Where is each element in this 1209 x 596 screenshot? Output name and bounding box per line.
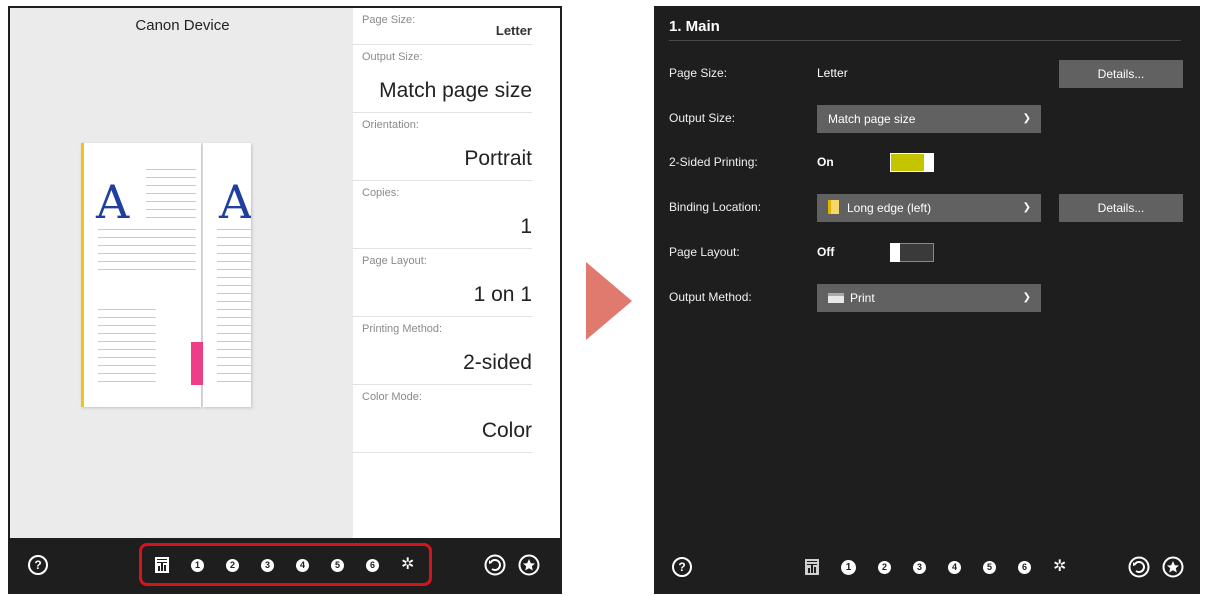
favorite-icon[interactable] bbox=[1162, 556, 1184, 578]
output-size-dropdown[interactable]: Match page size ❯ bbox=[817, 105, 1041, 133]
setting-orientation[interactable]: Orientation: Portrait bbox=[353, 113, 532, 181]
main-settings-panel: 1. Main Page Size: Letter Details... Out… bbox=[654, 6, 1200, 594]
reset-icon[interactable] bbox=[1128, 556, 1150, 578]
preview-letter: A bbox=[219, 175, 251, 229]
printer-icon bbox=[828, 293, 844, 303]
setting-value: Match page size bbox=[379, 79, 532, 102]
page-size-details-button[interactable]: Details... bbox=[1059, 60, 1183, 88]
setting-page-layout[interactable]: Page Layout: 1 on 1 bbox=[353, 249, 532, 317]
transition-arrow-icon bbox=[586, 262, 632, 340]
page-size-label: Page Size: bbox=[669, 66, 728, 80]
chevron-down-icon: ❯ bbox=[1022, 292, 1031, 303]
page-binding-icon bbox=[828, 200, 839, 214]
preview-letter: A bbox=[96, 175, 130, 229]
chevron-down-icon: ❯ bbox=[1022, 113, 1031, 124]
two-sided-state: On bbox=[817, 155, 834, 169]
row-two-sided: 2-Sided Printing: On bbox=[669, 147, 1189, 177]
setting-label: Output Size: bbox=[362, 51, 423, 63]
tab-strip-highlight bbox=[139, 543, 432, 586]
setting-copies[interactable]: Copies: 1 bbox=[353, 181, 532, 249]
dropdown-value: Print bbox=[850, 291, 875, 305]
reset-icon[interactable] bbox=[484, 554, 506, 576]
print-preview-panel: Canon Device A A Page Size: Letter Outpu… bbox=[8, 6, 562, 594]
page-size-value: Letter bbox=[817, 66, 848, 80]
row-page-layout: Page Layout: Off bbox=[669, 237, 1189, 267]
setting-label: Printing Method: bbox=[362, 323, 443, 335]
bottom-bar: ? 1 2 3 4 5 6 ✲ bbox=[10, 538, 560, 592]
tab-6[interactable]: 6 bbox=[1018, 560, 1031, 574]
gear-icon[interactable]: ✲ bbox=[1053, 559, 1066, 575]
setting-value: Letter bbox=[495, 23, 532, 38]
tab-4[interactable]: 4 bbox=[948, 560, 961, 574]
setting-label: Copies: bbox=[362, 187, 400, 199]
preview-text-lines bbox=[146, 169, 196, 225]
setting-label: Page Layout: bbox=[362, 255, 427, 267]
binding-details-button[interactable]: Details... bbox=[1059, 194, 1183, 222]
settings-summary: Page Size: Letter Output Size: Match pag… bbox=[353, 8, 560, 538]
setting-label: Color Mode: bbox=[362, 391, 422, 403]
dropdown-value: Match page size bbox=[828, 112, 916, 126]
dropdown-value: Long edge (left) bbox=[847, 201, 932, 215]
setting-label: Page Size: bbox=[362, 14, 416, 26]
bottom-bar: ? 1 2 3 4 5 6 ✲ bbox=[654, 540, 1200, 594]
two-sided-label: 2-Sided Printing: bbox=[669, 155, 758, 169]
chevron-down-icon: ❯ bbox=[1022, 202, 1031, 213]
setting-value: Portrait bbox=[464, 147, 532, 170]
divider bbox=[669, 40, 1181, 41]
row-binding-location: Binding Location: Long edge (left) ❯ Det… bbox=[669, 192, 1189, 222]
page-layout-state: Off bbox=[817, 245, 835, 259]
section-title: 1. Main bbox=[669, 18, 720, 35]
setting-printing-method[interactable]: Printing Method: 2-sided bbox=[353, 317, 532, 385]
row-output-method: Output Method: Print ❯ bbox=[669, 282, 1189, 312]
device-title: Canon Device bbox=[135, 17, 230, 34]
document-summary-icon[interactable] bbox=[805, 559, 819, 575]
preview-page-back: A bbox=[203, 143, 251, 407]
tab-5[interactable]: 5 bbox=[983, 560, 996, 574]
row-page-size: Page Size: Letter Details... bbox=[669, 58, 1189, 88]
output-method-dropdown[interactable]: Print ❯ bbox=[817, 284, 1041, 312]
tab-1[interactable]: 1 bbox=[841, 559, 856, 575]
tab-strip: 1 2 3 4 5 6 ✲ bbox=[805, 559, 1066, 575]
setting-value: Color bbox=[481, 419, 532, 442]
setting-output-size[interactable]: Output Size: Match page size bbox=[353, 45, 532, 113]
setting-value: 1 bbox=[520, 215, 532, 238]
row-output-size: Output Size: Match page size ❯ bbox=[669, 103, 1189, 133]
output-method-label: Output Method: bbox=[669, 290, 752, 304]
favorite-icon[interactable] bbox=[518, 554, 540, 576]
output-size-label: Output Size: bbox=[669, 111, 736, 125]
setting-label: Orientation: bbox=[362, 119, 419, 131]
preview-text-lines bbox=[98, 229, 196, 277]
two-sided-toggle[interactable] bbox=[890, 153, 934, 172]
binding-location-dropdown[interactable]: Long edge (left) ❯ bbox=[817, 194, 1041, 222]
setting-value: 2-sided bbox=[463, 351, 532, 374]
preview-text-lines bbox=[217, 229, 251, 389]
setting-color-mode[interactable]: Color Mode: Color bbox=[353, 385, 532, 453]
help-icon[interactable]: ? bbox=[28, 555, 48, 575]
page-layout-toggle[interactable] bbox=[890, 243, 934, 262]
setting-value: 1 on 1 bbox=[473, 283, 532, 306]
setting-page-size[interactable]: Page Size: Letter bbox=[353, 8, 532, 45]
preview-page-front: A bbox=[81, 143, 205, 407]
preview-text-lines bbox=[98, 309, 156, 389]
page-layout-label: Page Layout: bbox=[669, 245, 740, 259]
help-icon[interactable]: ? bbox=[672, 557, 692, 577]
tab-2[interactable]: 2 bbox=[878, 560, 891, 574]
tab-3[interactable]: 3 bbox=[913, 560, 926, 574]
binding-location-label: Binding Location: bbox=[669, 200, 762, 214]
